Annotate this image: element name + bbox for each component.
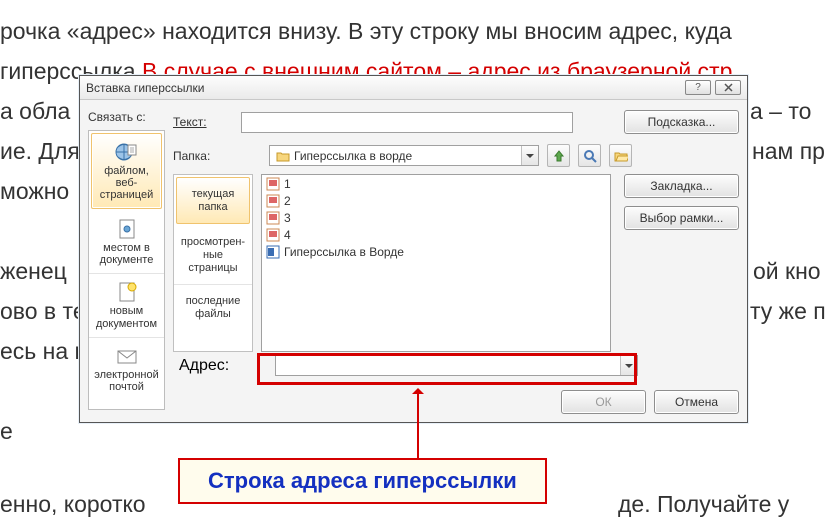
titlebar: Вставка гиперссылки ? [80,76,747,100]
close-icon [724,83,733,92]
word-file-icon [266,245,280,259]
linkwith-sidebar: файлом, веб-страницей местом в документе… [88,130,165,410]
insert-hyperlink-dialog: Вставка гиперссылки ? Связать с: файлом,… [79,75,748,423]
sidebar-item-email[interactable]: электронной почтой [89,338,164,400]
list-item[interactable]: 3 [262,209,610,226]
cancel-button[interactable]: Отмена [654,390,739,414]
callout-box: Строка адреса гиперссылки [178,458,547,504]
bg-line: рочка «адрес» находится внизу. В эту стр… [0,14,732,49]
new-doc-icon [115,281,139,303]
ok-button: ОК [561,390,646,414]
callout-arrow [417,389,419,458]
address-combo[interactable] [275,355,638,376]
address-row: Адрес: [173,349,739,382]
sidebar-item-file-web[interactable]: файлом, веб-страницей [91,133,162,209]
list-item[interactable]: 2 [262,192,610,209]
image-file-icon [266,211,280,225]
dropdown-arrow[interactable] [620,356,637,375]
dialog-title: Вставка гиперссылки [86,81,685,95]
folder-value: Гиперссылка в ворде [294,149,412,163]
text-label: Текст: [173,115,233,129]
globe-file-icon [115,141,139,163]
bg-line: енно, коротко [0,487,146,517]
email-icon [115,345,139,367]
magnifier-icon [583,149,597,163]
hint-button[interactable]: Подсказка... [624,110,739,134]
image-file-icon [266,194,280,208]
bg-line: ово в те [0,294,86,329]
help-button[interactable]: ? [685,80,711,95]
bookmark-doc-icon [115,218,139,240]
file-list[interactable]: 1 2 3 4 Гипе [261,174,611,352]
address-label: Адрес: [179,357,239,375]
bg-line: а обла [0,94,70,129]
dropdown-arrow[interactable] [521,146,538,165]
text-row: Текст: Подсказка... [173,110,739,134]
list-item[interactable]: Гиперссылка в Ворде [262,243,610,260]
bg-line: женец [0,254,67,289]
bookmark-button[interactable]: Закладка... [624,174,739,198]
nav-browsed-pages[interactable]: просмотрен-ные страницы [174,226,252,285]
bg-line: ой кно [753,254,821,289]
close-button[interactable] [715,80,741,95]
folder-nav: текущая папка просмотрен-ные страницы по… [173,174,253,352]
target-frame-button[interactable]: Выбор рамки... [624,206,739,230]
sidebar-item-label: местом в документе [100,242,154,266]
bg-line: е [0,414,13,449]
bg-line: можно [0,174,69,209]
text-input[interactable] [241,112,573,133]
nav-current-folder[interactable]: текущая папка [176,177,250,224]
nav-recent-files[interactable]: последние файлы [174,285,252,330]
browse-file-button[interactable] [609,144,632,167]
bg-line: а – то [750,94,811,129]
bg-line: нам пр [752,134,825,169]
sidebar-item-label: электронной почтой [94,369,159,393]
folder-combo[interactable]: Гиперссылка в ворде [269,145,539,166]
up-arrow-icon [552,149,566,163]
folder-icon [276,150,290,162]
up-folder-button[interactable] [547,144,570,167]
sidebar-item-label: файлом, веб-страницей [100,165,153,201]
sidebar-item-newdoc[interactable]: новым документом [89,274,164,337]
list-item[interactable]: 1 [262,175,610,192]
image-file-icon [266,177,280,191]
open-folder-icon [614,150,628,162]
sidebar-item-label: новым документом [96,305,157,329]
browse-web-button[interactable] [578,144,601,167]
bg-line: де. Получайте у [618,487,789,517]
image-file-icon [266,228,280,242]
list-item[interactable]: 4 [262,226,610,243]
bg-line: ту же п [750,294,826,329]
linkwith-label: Связать с: [88,110,146,124]
sidebar-item-place[interactable]: местом в документе [89,211,164,274]
bg-line: есь на н [0,334,87,369]
folder-row: Папка: Гиперссылка в ворде [173,144,739,167]
folder-label: Папка: [173,149,233,163]
bg-line: ие. Для [0,134,80,169]
